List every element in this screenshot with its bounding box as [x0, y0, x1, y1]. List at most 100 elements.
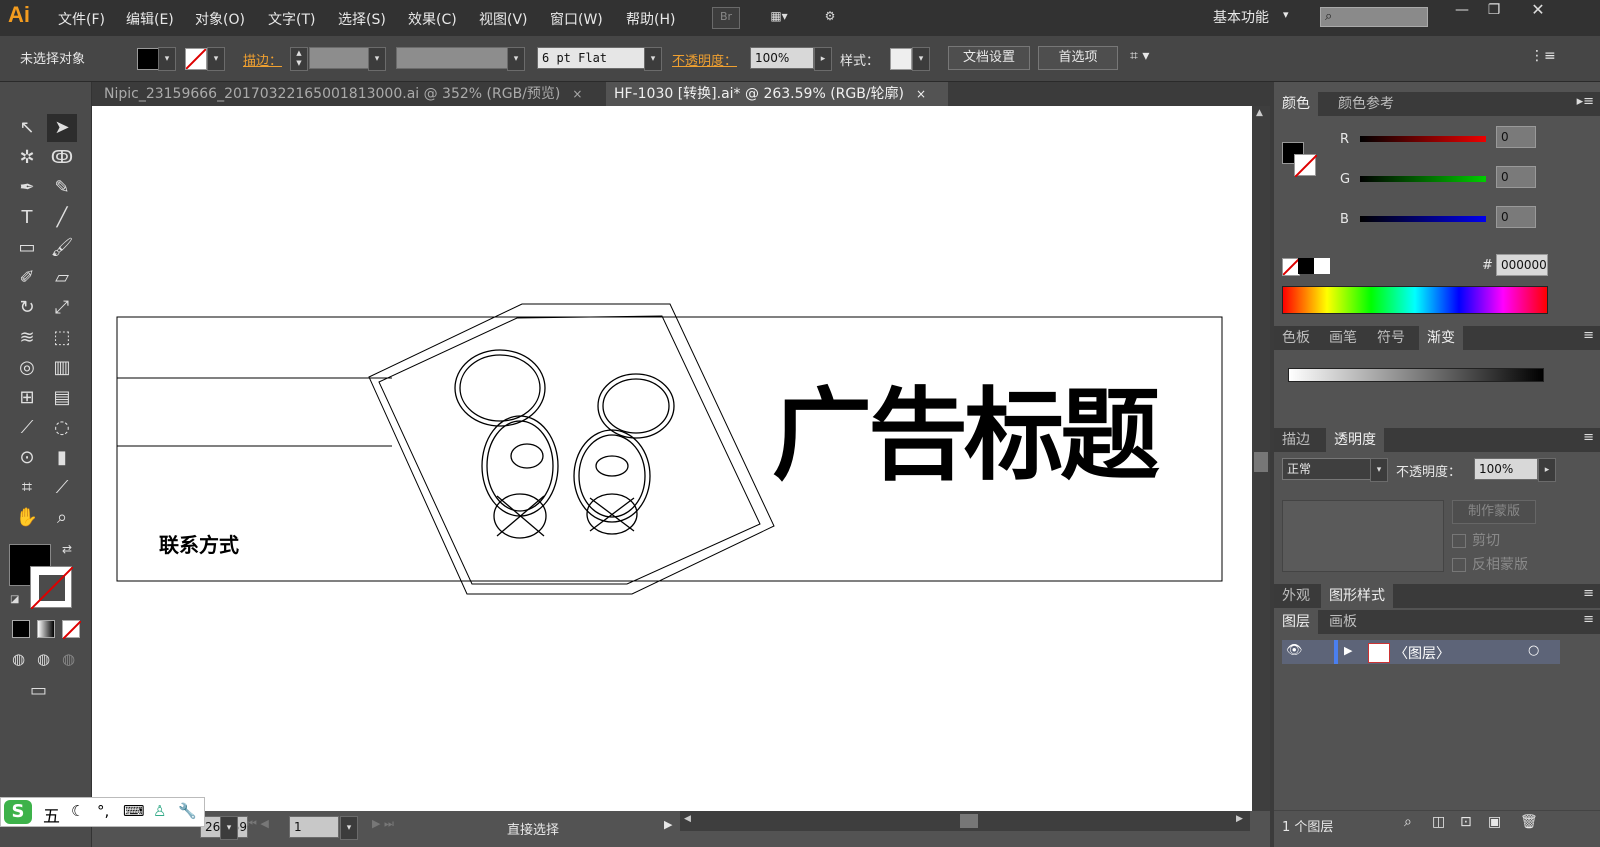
slice-tool-icon[interactable]: ⟋	[47, 474, 77, 502]
opacity-label[interactable]: 不透明度：	[672, 50, 737, 69]
stroke-color-box[interactable]	[30, 566, 73, 609]
menu-view[interactable]: 视图(V)	[479, 9, 528, 29]
locate-object-icon[interactable]: ⌕	[1404, 814, 1412, 830]
screen-mode-icon[interactable]: ▭	[30, 680, 47, 701]
artboard-number-input[interactable]: 1	[289, 816, 339, 838]
artboard-tool-icon[interactable]: ⌗	[12, 474, 42, 502]
tab-layers[interactable]: 图层	[1274, 610, 1318, 634]
eraser-tool-icon[interactable]: ▱	[47, 264, 77, 292]
blend-tool-icon[interactable]: ◌	[47, 414, 77, 442]
rotate-tool-icon[interactable]: ↻	[12, 294, 42, 322]
panel-menu-icon[interactable]: ▸≡	[1577, 94, 1594, 109]
variable-width-dropdown[interactable]: ▾	[507, 47, 525, 71]
pencil-tool-icon[interactable]: ✐	[12, 264, 42, 292]
gradient-tool-icon[interactable]: ▤	[47, 384, 77, 412]
close-tab-icon[interactable]: ×	[916, 87, 926, 101]
layer-row[interactable]: 👁 ▶ 〈图层〉 ○	[1282, 640, 1560, 664]
stroke-swatch[interactable]	[185, 48, 207, 70]
first-artboard-icon[interactable]: ⏮ ◀	[247, 817, 269, 831]
scroll-right-icon[interactable]: ▶	[1236, 814, 1243, 824]
lasso-tool-icon[interactable]: ↂ	[47, 144, 77, 172]
workspace-caret-icon[interactable]: ▾	[1283, 8, 1289, 21]
new-layer-icon[interactable]: ▣	[1488, 814, 1501, 830]
mesh-tool-icon[interactable]: ⊞	[12, 384, 42, 412]
tab-color-guide[interactable]: 颜色参考	[1330, 92, 1402, 116]
status-menu-icon[interactable]: ▶	[664, 818, 672, 831]
paintbrush-tool-icon[interactable]: 🖌	[47, 234, 77, 262]
punctuation-icon[interactable]: °,	[97, 802, 109, 820]
document-setup-button[interactable]: 文档设置	[948, 46, 1030, 70]
transparency-opacity-input[interactable]: 100%	[1474, 458, 1538, 480]
menu-effect[interactable]: 效果(C)	[408, 9, 457, 29]
rectangle-tool-icon[interactable]: ▭	[12, 234, 42, 262]
menu-help[interactable]: 帮助(H)	[626, 9, 675, 29]
tab-nipic-document[interactable]: Nipic_23159666_20170322165001813000.ai @…	[96, 82, 606, 106]
invert-mask-checkbox[interactable]: 反相蒙版	[1452, 554, 1528, 574]
stroke-dropdown[interactable]: ▾	[207, 47, 225, 71]
color-mode-icon[interactable]	[12, 620, 30, 638]
symbol-sprayer-tool-icon[interactable]: ⊙	[12, 444, 42, 472]
draw-inside-icon[interactable]: ◍	[62, 650, 75, 668]
tab-color[interactable]: 颜色	[1274, 92, 1318, 116]
close-tab-icon[interactable]: ×	[572, 87, 582, 101]
fill-dropdown[interactable]: ▾	[158, 47, 176, 71]
swap-fill-stroke-icon[interactable]: ⇄	[62, 542, 72, 556]
tab-transparency[interactable]: 透明度	[1326, 428, 1384, 452]
transparency-opacity-toggle[interactable]: ▸	[1538, 458, 1556, 482]
panel-menu-icon[interactable]: ≡	[1583, 430, 1594, 445]
keyboard-icon[interactable]: ⌨	[123, 802, 145, 820]
hex-value-input[interactable]: 000000	[1496, 254, 1548, 276]
menu-window[interactable]: 窗口(W)	[550, 9, 603, 29]
graph-tool-icon[interactable]: ▮	[47, 444, 77, 472]
moon-icon[interactable]: ☾	[71, 802, 84, 820]
menu-type[interactable]: 文字(T)	[268, 9, 315, 29]
stroke-label[interactable]: 描边：	[243, 50, 282, 69]
tab-hf1030-document[interactable]: HF-1030 [转换].ai* @ 263.59% (RGB/轮廓) ×	[606, 82, 948, 106]
menu-file[interactable]: 文件(F)	[58, 9, 105, 29]
red-slider[interactable]	[1360, 136, 1486, 142]
expand-layer-icon[interactable]: ▶	[1344, 644, 1352, 657]
isolate-object-icon[interactable]: ⌗ ▾	[1130, 48, 1149, 64]
horizontal-scrollbar[interactable]: ◀ ▶	[680, 811, 1250, 831]
zoom-tool-icon[interactable]: ⌕	[47, 504, 77, 532]
scroll-up-icon[interactable]: ▲	[1256, 108, 1263, 118]
contact-label[interactable]: 联系方式	[159, 529, 239, 558]
brush-dropdown[interactable]: ▾	[644, 47, 662, 71]
variable-width-profile[interactable]	[396, 47, 508, 69]
new-sublayer-icon[interactable]: ⊡	[1460, 814, 1472, 830]
curvature-tool-icon[interactable]: ✎	[47, 174, 77, 202]
none-mode-icon[interactable]	[62, 620, 81, 639]
draw-behind-icon[interactable]: ◍	[37, 650, 50, 668]
stroke-weight-stepper[interactable]: ▲ ▼	[290, 47, 308, 71]
eyedropper-tool-icon[interactable]: ⟋	[12, 414, 42, 442]
make-clipping-mask-icon[interactable]: ◫	[1432, 814, 1445, 830]
avatar-icon[interactable]: ♙	[153, 802, 166, 820]
scale-tool-icon[interactable]: ⤢	[47, 294, 77, 322]
green-value-input[interactable]: 0	[1496, 166, 1536, 188]
gradient-mode-icon[interactable]	[37, 620, 55, 638]
ad-title[interactable]: 广告标题	[772, 381, 1202, 491]
layer-name[interactable]: 〈图层〉	[1394, 643, 1450, 663]
fill-swatch[interactable]	[137, 48, 159, 70]
tab-swatches[interactable]: 色板	[1274, 326, 1318, 350]
artboard-canvas[interactable]: 广告标题 联系方式	[92, 106, 1252, 811]
tab-symbols[interactable]: 符号	[1369, 326, 1413, 350]
perspective-grid-tool-icon[interactable]: ▥	[47, 354, 77, 382]
ime-mode[interactable]: 五	[43, 802, 60, 827]
tab-gradient[interactable]: 渐变	[1419, 326, 1463, 350]
gpu-performance-icon[interactable]: ⚙	[815, 7, 845, 27]
current-tool-status[interactable]: 直接选择	[507, 819, 559, 838]
panel-menu-icon[interactable]: ≡	[1583, 612, 1594, 627]
line-tool-icon[interactable]: ╱	[47, 204, 77, 232]
graphic-style-dropdown[interactable]: ▾	[912, 47, 930, 71]
brush-definition[interactable]: 6 pt Flat	[537, 47, 645, 69]
arrange-documents-icon[interactable]: ▦▾	[762, 7, 796, 27]
menu-edit[interactable]: 编辑(E)	[126, 9, 174, 29]
close-window-icon[interactable]: ✕	[1518, 0, 1558, 22]
zoom-dropdown[interactable]: ▾	[220, 816, 238, 840]
default-fill-stroke-icon[interactable]: ◪	[10, 594, 19, 605]
tab-brushes[interactable]: 画笔	[1321, 326, 1365, 350]
blend-mode-dropdown[interactable]: ▾	[1370, 458, 1388, 482]
color-spectrum[interactable]	[1282, 286, 1548, 314]
quick-swatches[interactable]	[1282, 258, 1330, 276]
